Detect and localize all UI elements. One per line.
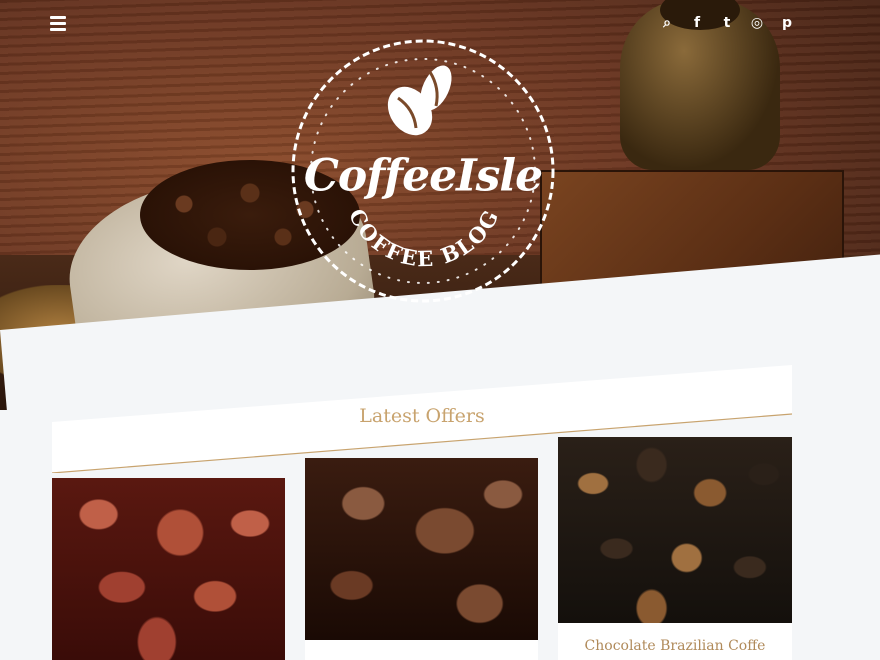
logo-tagline: COFFEE BLOG — [344, 205, 502, 272]
offer-caption[interactable]: Chocolate Brazilian Coffe — [558, 638, 792, 654]
facebook-icon[interactable]: f — [690, 14, 704, 32]
offer-image[interactable] — [52, 478, 285, 660]
latest-offers-title: Latest Offers — [359, 405, 485, 427]
pinterest-icon[interactable]: p — [780, 14, 794, 32]
site-logo[interactable]: COFFEE BLOG CoffeeIsle — [286, 36, 560, 306]
svg-text:COFFEE BLOG: COFFEE BLOG — [344, 205, 504, 272]
offer-image[interactable] — [558, 437, 792, 623]
coffee-bean-icon — [387, 65, 452, 136]
offer-image[interactable] — [305, 458, 538, 640]
twitter-icon[interactable]: t — [720, 14, 734, 32]
offer-card[interactable] — [305, 458, 538, 660]
hamburger-menu-icon[interactable] — [50, 15, 66, 31]
search-icon[interactable]: ⌕ — [660, 14, 674, 32]
logo-name: CoffeeIsle — [303, 150, 543, 202]
header-social-links: ⌕ f t ◎ p — [660, 14, 794, 32]
instagram-icon[interactable]: ◎ — [750, 14, 764, 32]
offer-card[interactable]: Chocolate Brazilian Coffe — [558, 437, 792, 660]
offer-card[interactable] — [52, 478, 285, 660]
